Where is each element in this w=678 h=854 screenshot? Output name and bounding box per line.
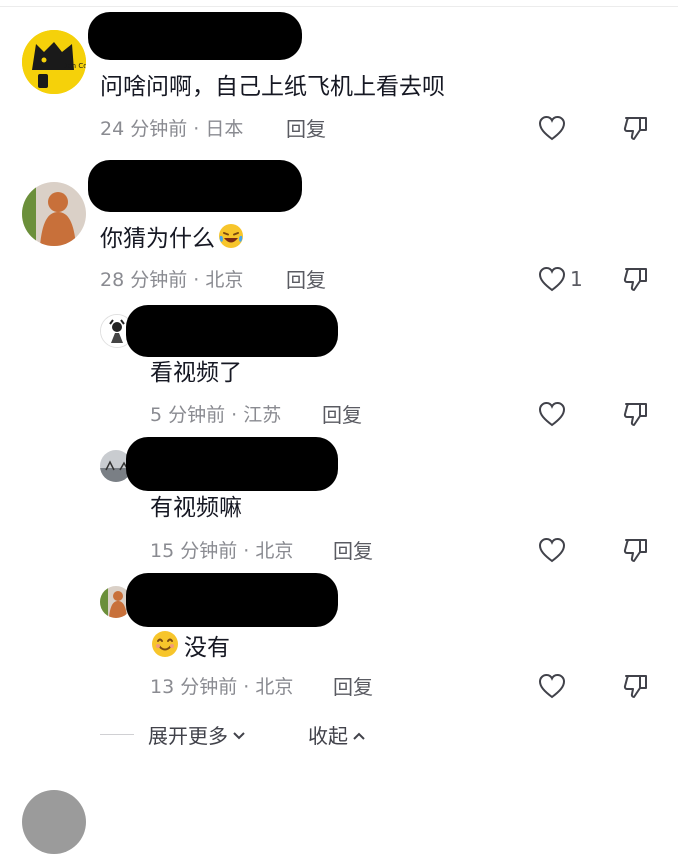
reply-meta: 5 分钟前 · 江苏 bbox=[150, 404, 282, 426]
expand-more-label: 展开更多 bbox=[148, 723, 228, 748]
emoji-smile-icon bbox=[150, 629, 180, 667]
like-button[interactable] bbox=[538, 673, 566, 699]
expand-more-button[interactable]: 展开更多 bbox=[148, 720, 246, 749]
like-button[interactable] bbox=[538, 115, 566, 141]
like-button[interactable] bbox=[538, 537, 566, 563]
comment-meta: 24 分钟前 · 日本 bbox=[100, 118, 244, 140]
collapse-label: 收起 bbox=[308, 723, 348, 748]
heart-icon bbox=[538, 537, 566, 563]
thumbs-down-icon bbox=[622, 265, 650, 293]
reply-text: 没有 bbox=[150, 629, 230, 667]
like-button[interactable]: 1 bbox=[538, 266, 583, 292]
comment-text-content: 你猜为什么 bbox=[100, 226, 215, 252]
emoji-laugh-cry-icon bbox=[217, 222, 245, 258]
thread-controls: 展开更多 收起 bbox=[100, 720, 366, 748]
heart-icon bbox=[538, 266, 566, 292]
reply-text: 看视频了 bbox=[150, 360, 242, 386]
avatar[interactable] bbox=[22, 182, 86, 246]
reply-button[interactable]: 回复 bbox=[322, 403, 362, 427]
like-button[interactable] bbox=[538, 401, 566, 427]
redacted-username bbox=[126, 573, 338, 627]
reply-text: 有视频嘛 bbox=[150, 495, 242, 521]
like-count: 1 bbox=[570, 267, 583, 291]
avatar[interactable]: Dan Cole bbox=[22, 30, 86, 94]
dislike-button[interactable] bbox=[622, 536, 650, 564]
heart-icon bbox=[538, 673, 566, 699]
redacted-username bbox=[126, 437, 338, 491]
heart-icon bbox=[538, 401, 566, 427]
chevron-up-icon bbox=[352, 722, 366, 746]
reply-button[interactable]: 回复 bbox=[286, 268, 326, 292]
dislike-button[interactable] bbox=[622, 265, 650, 293]
reply-meta: 13 分钟前 · 北京 bbox=[150, 676, 294, 698]
collapse-button[interactable]: 收起 bbox=[308, 720, 366, 749]
redacted-username bbox=[88, 12, 302, 60]
thumbs-down-icon bbox=[622, 400, 650, 428]
dislike-button[interactable] bbox=[622, 400, 650, 428]
redacted-username bbox=[88, 160, 302, 212]
dislike-button[interactable] bbox=[622, 114, 650, 142]
reply-text-content: 没有 bbox=[184, 635, 230, 661]
comment-meta: 28 分钟前 · 北京 bbox=[100, 269, 244, 291]
chevron-down-icon bbox=[232, 722, 246, 746]
thumbs-down-icon bbox=[622, 672, 650, 700]
thumbs-down-icon bbox=[622, 114, 650, 142]
heart-icon bbox=[538, 115, 566, 141]
reply-button[interactable]: 回复 bbox=[333, 539, 373, 563]
dislike-button[interactable] bbox=[622, 672, 650, 700]
svg-text:Dan Cole: Dan Cole bbox=[62, 62, 86, 70]
reply-button[interactable]: 回复 bbox=[286, 117, 326, 141]
reply-button[interactable]: 回复 bbox=[333, 675, 373, 699]
redacted-username bbox=[126, 305, 338, 357]
thumbs-down-icon bbox=[622, 536, 650, 564]
comment-text: 问啥问啊，自己上纸飞机上看去呗 bbox=[100, 74, 445, 100]
reply-meta: 15 分钟前 · 北京 bbox=[150, 540, 294, 562]
comment-text: 你猜为什么 bbox=[100, 222, 245, 258]
divider-line bbox=[100, 733, 134, 735]
top-divider bbox=[0, 6, 678, 7]
